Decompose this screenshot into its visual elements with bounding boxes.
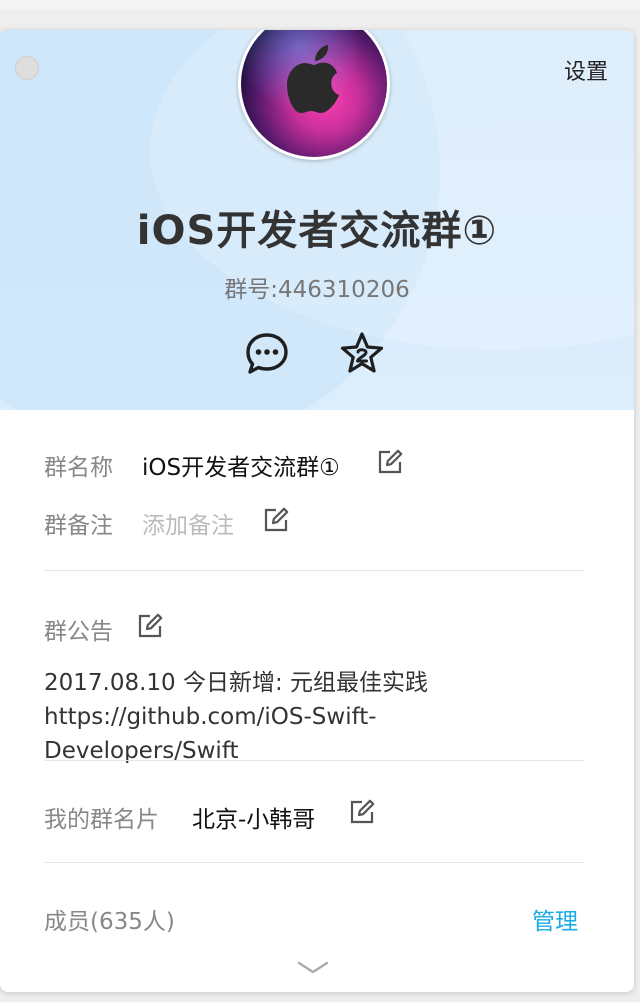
group-title: iOS开发者交流群①	[136, 208, 498, 254]
star-icon[interactable]	[338, 330, 386, 378]
divider	[44, 862, 584, 863]
group-notice-label: 群公告	[44, 619, 113, 645]
group-name-label: 群名称	[44, 455, 113, 481]
chat-bubble-icon[interactable]	[243, 330, 291, 378]
my-card-label: 我的群名片	[44, 807, 159, 833]
group-remark-label: 群备注	[44, 513, 113, 539]
apple-logo-icon	[287, 45, 339, 113]
group-avatar[interactable]	[238, 30, 390, 160]
group-notice-text: 2017.08.10 今日新增: 元组最佳实践 https://github.c…	[44, 670, 429, 764]
profile-header: 设置 iOS开发者交流群① 群号:446310206	[0, 30, 634, 410]
members-label: 成员(635人)	[44, 909, 175, 935]
top-strip	[0, 0, 640, 10]
edit-icon[interactable]	[348, 798, 376, 826]
edit-icon[interactable]	[262, 506, 290, 534]
chevron-down-icon[interactable]	[296, 960, 330, 976]
group-name-value: iOS开发者交流群①	[142, 455, 340, 481]
window-close-button[interactable]	[15, 56, 39, 80]
divider	[44, 760, 584, 761]
group-info-panel: 设置 iOS开发者交流群① 群号:446310206 群名称 iOS开发者交流群…	[0, 30, 634, 992]
my-card-value: 北京-小韩哥	[192, 807, 316, 833]
manage-members-link[interactable]: 管理	[532, 902, 578, 936]
group-remark-placeholder[interactable]: 添加备注	[142, 506, 234, 540]
group-number: 群号:446310206	[224, 277, 410, 303]
edit-icon[interactable]	[376, 448, 404, 476]
divider	[44, 570, 584, 571]
edit-icon[interactable]	[136, 612, 164, 640]
settings-button[interactable]: 设置	[564, 54, 608, 86]
